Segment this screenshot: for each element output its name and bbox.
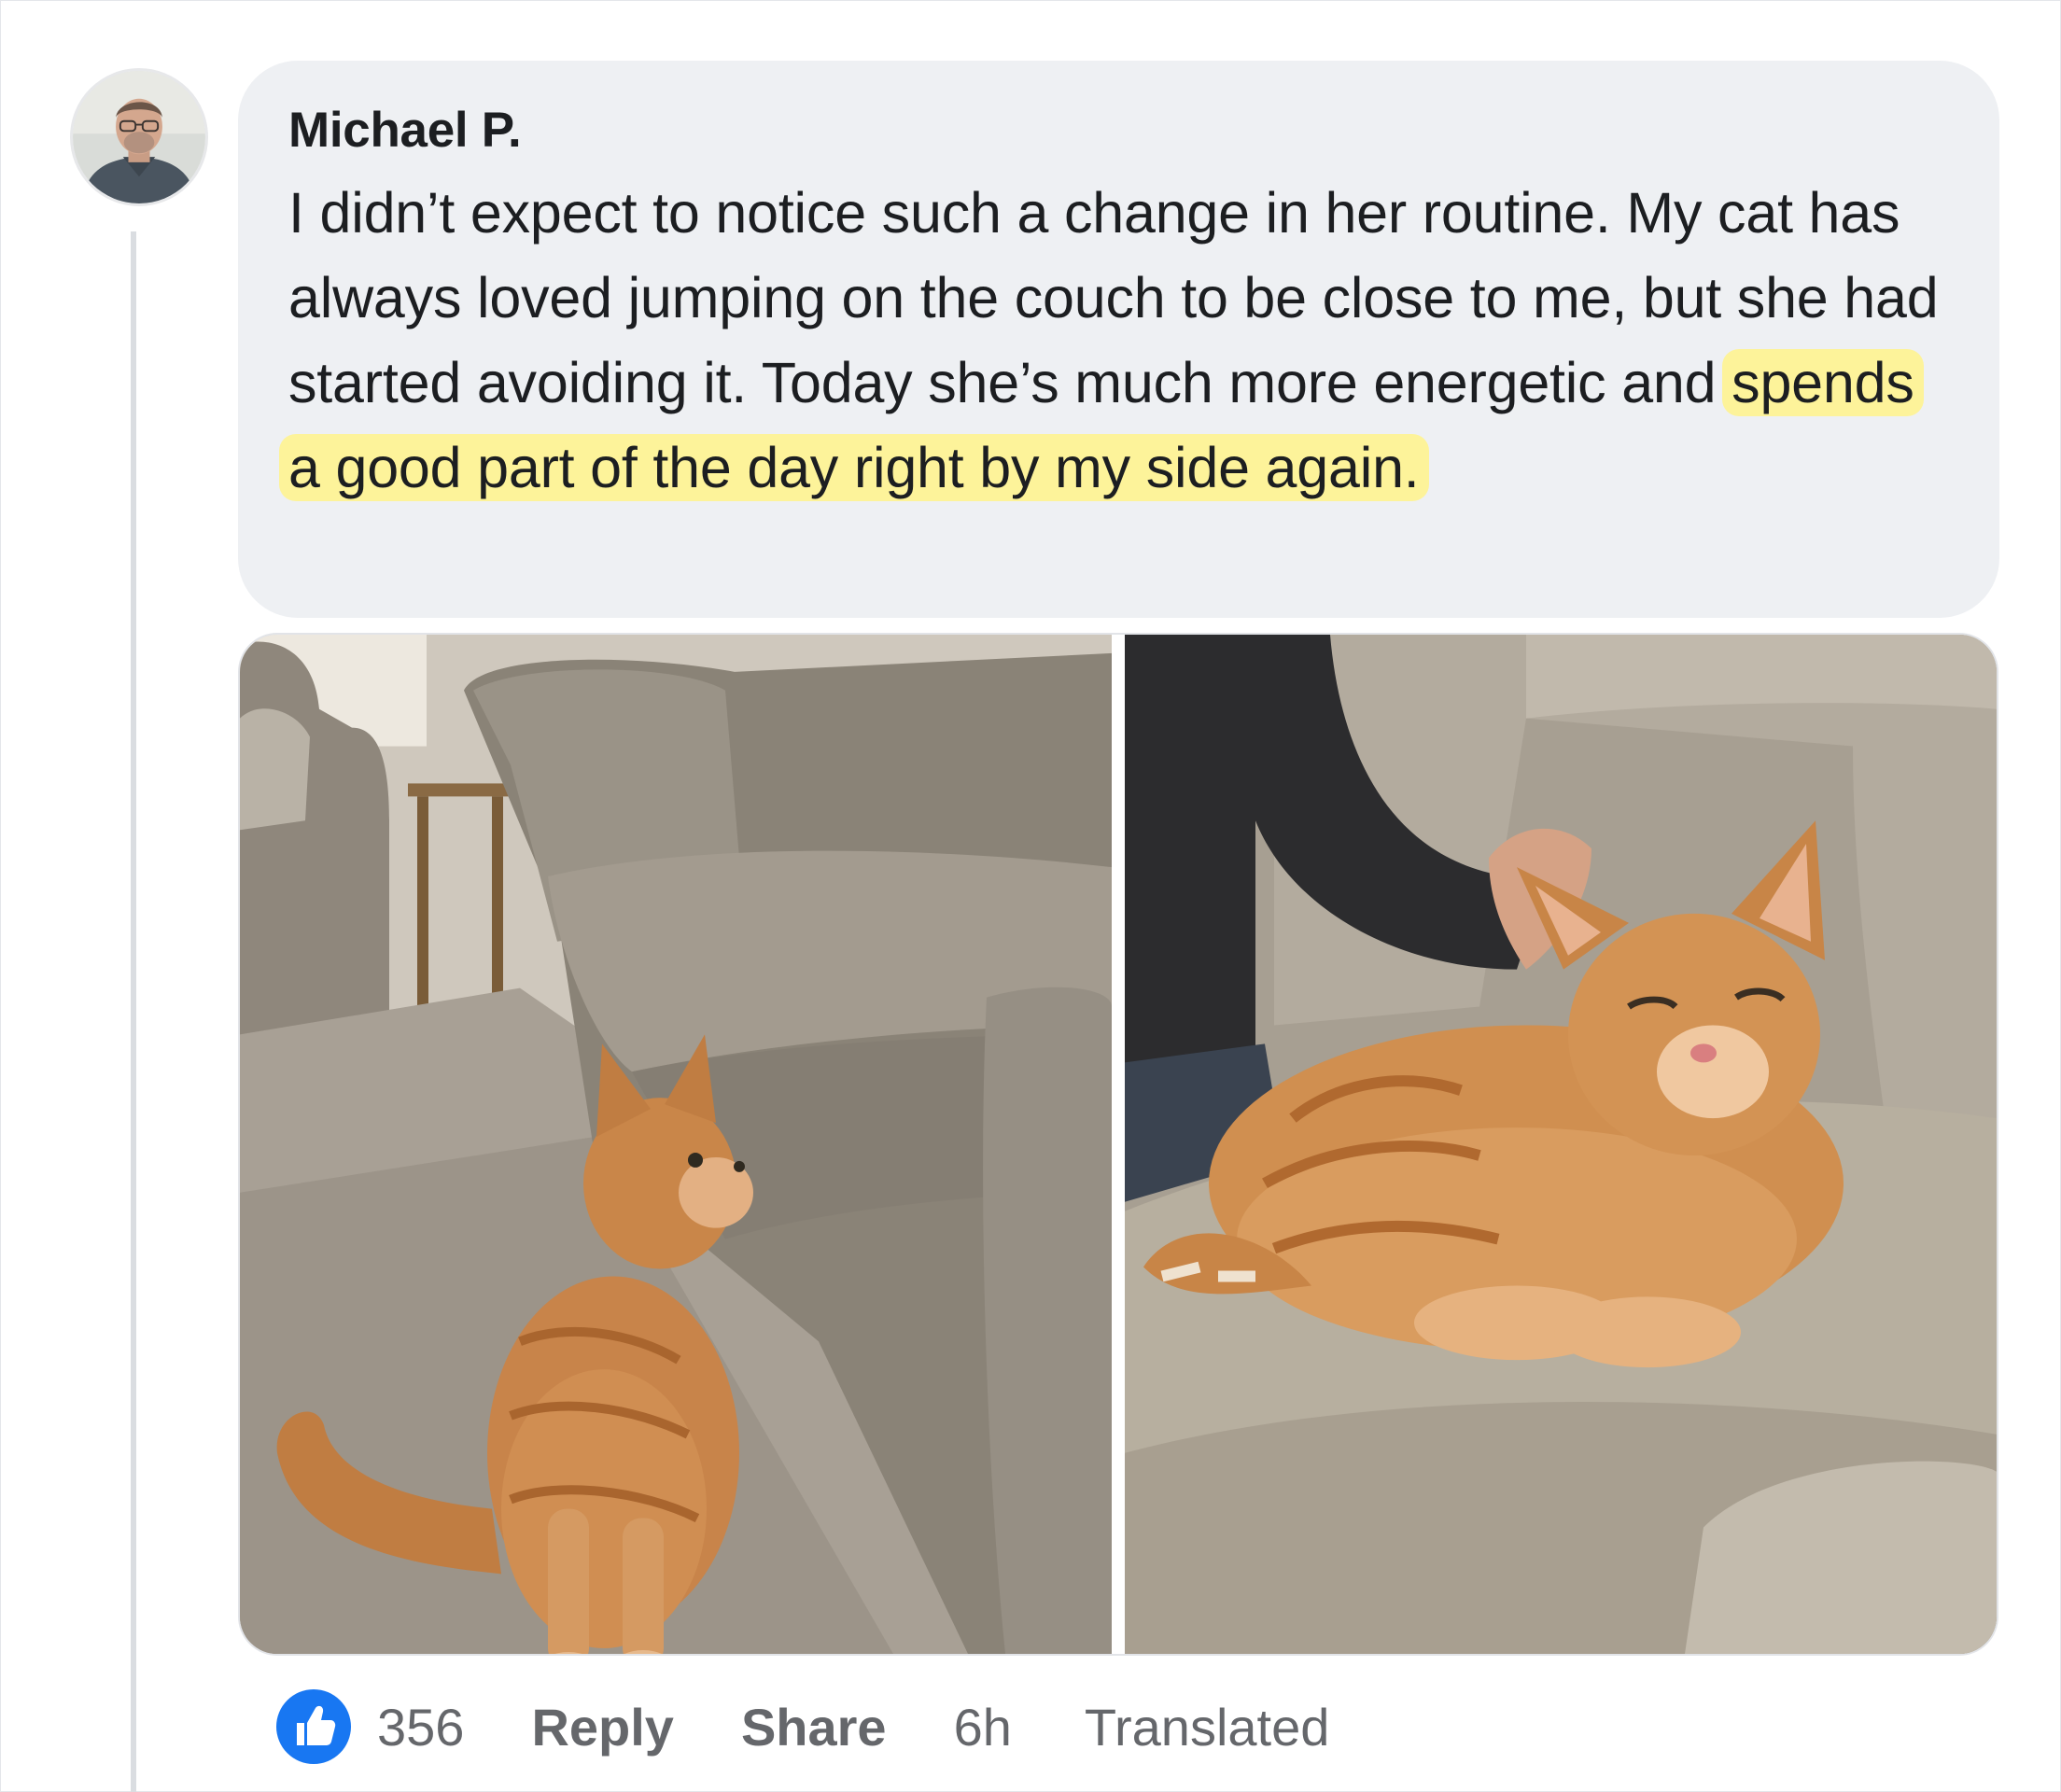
translated-label[interactable]: Translated (1085, 1697, 1330, 1757)
avatar[interactable] (70, 68, 208, 206)
comment-text: I didn’t expect to notice such a change … (279, 171, 1947, 511)
thumbs-up-icon[interactable] (276, 1689, 351, 1764)
cat-on-couch-being-petted-photo[interactable] (1125, 635, 1997, 1654)
like-count: 356 (377, 1697, 465, 1757)
comment-actions-bar: 356 Reply Share 6h Translated (276, 1689, 1329, 1764)
comment-bubble: Michael P. I didn’t expect to notice suc… (238, 61, 1999, 618)
reply-button[interactable]: Reply (531, 1697, 674, 1757)
share-button[interactable]: Share (741, 1697, 887, 1757)
comment-text-plain: I didn’t expect to notice such a change … (288, 181, 1939, 414)
comment-author-name[interactable]: Michael P. (288, 98, 1947, 163)
profile-photo (73, 71, 205, 203)
comment-image-gallery (238, 633, 1998, 1656)
reply-thread-line (131, 231, 136, 1792)
comment-timestamp[interactable]: 6h (954, 1697, 1012, 1757)
cat-sitting-by-couch-photo[interactable] (240, 635, 1112, 1654)
